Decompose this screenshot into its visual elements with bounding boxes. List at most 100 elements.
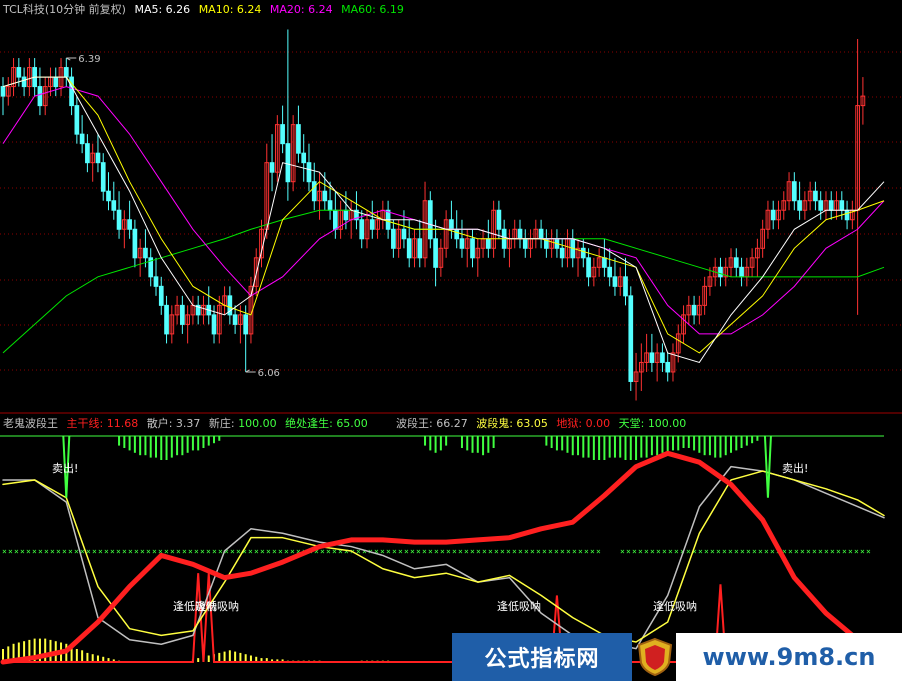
candle-down	[770, 209, 776, 221]
xinzhuang-value: 100.00	[238, 417, 277, 430]
buy-label-3: 逢低吸呐	[497, 600, 541, 613]
green-reference-dot: ×	[470, 547, 475, 556]
yellow-bottom-bar	[228, 650, 231, 662]
green-reference-dot: ×	[506, 547, 511, 556]
candle-down	[459, 238, 465, 249]
green-reference-dot: ×	[674, 547, 679, 556]
candle-down	[301, 152, 307, 164]
green-reference-dot: ×	[284, 547, 289, 556]
green-reference-dot: ×	[512, 547, 517, 556]
boduangui-value: 63.05	[516, 417, 548, 430]
candle-down	[828, 200, 834, 211]
green-top-bar	[751, 436, 754, 444]
candle-down	[95, 152, 101, 164]
green-top-bar	[650, 436, 653, 456]
green-reference-dot: ×	[578, 547, 583, 556]
green-reference-dot: ×	[56, 547, 61, 556]
sell-label-2: 卖出!	[782, 461, 808, 475]
green-top-bar	[603, 436, 606, 460]
green-reference-dot: ×	[638, 547, 643, 556]
green-top-bar	[154, 436, 157, 458]
green-reference-dot: ×	[176, 547, 181, 556]
zhuganxian-legend: 主干线: 11.68	[67, 417, 139, 430]
green-reference-dot: ×	[866, 547, 871, 556]
candle-down	[813, 190, 818, 202]
buy-label-2: 逢低吸呐	[195, 600, 239, 613]
candle-down	[296, 124, 301, 154]
green-reference-dot: ×	[644, 547, 649, 556]
price-annotation-label: 6.39	[78, 54, 100, 65]
green-top-bar	[566, 436, 569, 453]
green-reference-dot: ×	[44, 547, 49, 556]
candle-down	[21, 76, 27, 88]
green-top-bar	[424, 436, 427, 446]
green-top-bar	[165, 436, 168, 460]
green-reference-dot: ×	[500, 547, 505, 556]
ma10-legend: MA10: 6.24	[198, 3, 262, 16]
sell-spike-2	[763, 435, 772, 498]
candle-down	[517, 228, 523, 240]
green-top-bar	[577, 436, 580, 456]
green-top-bar	[149, 436, 152, 458]
green-top-bar	[640, 436, 643, 458]
green-reference-dot: ×	[410, 547, 415, 556]
green-top-bar	[181, 436, 184, 456]
candle-down	[470, 238, 475, 259]
green-top-bar	[476, 436, 479, 453]
yellow-bottom-bar	[218, 652, 221, 662]
candle-down	[243, 314, 249, 335]
candle-down	[797, 200, 802, 211]
green-reference-dot: ×	[170, 547, 175, 556]
green-top-bar	[624, 436, 627, 460]
green-top-bar	[719, 436, 722, 458]
green-top-bar	[492, 436, 495, 448]
green-reference-dot: ×	[254, 547, 259, 556]
price-chart	[0, 29, 885, 401]
green-reference-dot: ×	[434, 547, 439, 556]
green-reference-dot: ×	[20, 547, 25, 556]
green-top-bar	[613, 436, 616, 458]
zhuganxian-label: 主干线:	[66, 417, 107, 430]
candle-down	[164, 304, 169, 335]
green-top-bar	[671, 436, 674, 451]
candle-down	[427, 200, 433, 240]
candle-down	[359, 219, 365, 240]
buy-label-4: 逢低吸呐	[653, 600, 697, 613]
green-reference-dot: ×	[8, 547, 13, 556]
green-reference-dot: ×	[488, 547, 493, 556]
sanhu-value: 3.37	[175, 417, 201, 430]
yellow-bottom-bar	[75, 649, 78, 662]
green-reference-dot: ×	[590, 547, 595, 556]
candle-down	[660, 352, 665, 363]
green-reference-dot: ×	[548, 547, 553, 556]
green-top-bar	[186, 436, 189, 453]
green-reference-dot: ×	[764, 547, 769, 556]
green-reference-dot: ×	[152, 547, 157, 556]
green-reference-dot: ×	[392, 547, 397, 556]
green-top-bar	[482, 436, 485, 456]
green-top-bar	[587, 436, 590, 458]
ma60-legend: MA60: 6.19	[341, 3, 404, 16]
candle-down	[285, 143, 291, 183]
green-reference-dot: ×	[704, 547, 709, 556]
candle-down	[739, 266, 744, 278]
indicator-name: 老鬼波段王	[3, 417, 58, 430]
price-annotation-arrow	[66, 57, 77, 61]
chart-stage: × × × × × × × × × × × × × × × × × × × × × × × × × × × × × × × × × × × × × × × ×…	[0, 29, 902, 665]
green-top-bar	[619, 436, 622, 458]
green-reference-dot: ×	[116, 547, 121, 556]
green-top-bar	[598, 436, 601, 460]
green-reference-dot: ×	[554, 547, 559, 556]
green-reference-dot: ×	[566, 547, 571, 556]
green-reference-dot: ×	[248, 547, 253, 556]
green-reference-dot: ×	[860, 547, 865, 556]
candle-down	[111, 200, 117, 211]
green-top-bar	[703, 436, 706, 456]
green-top-bar	[735, 436, 738, 451]
green-top-bar	[714, 436, 717, 458]
green-top-bar	[118, 436, 121, 446]
green-reference-dot: ×	[344, 547, 349, 556]
green-reference-dot: ×	[398, 547, 403, 556]
ma5-legend: MA5: 6.26	[134, 3, 191, 16]
green-reference-dot: ×	[788, 547, 793, 556]
